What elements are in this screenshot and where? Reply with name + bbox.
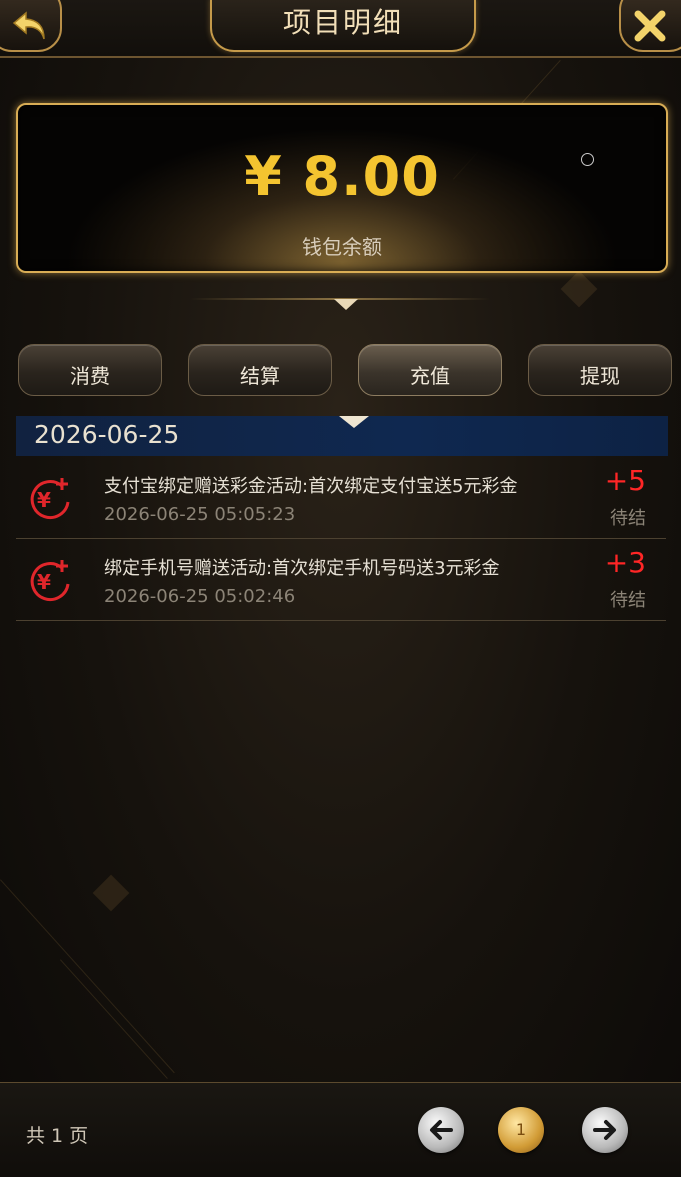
svg-text:¥: ¥ [37, 570, 51, 594]
yen-plus-icon: ¥ [30, 560, 70, 602]
arrow-left-icon [430, 1120, 453, 1140]
balance-amount: ¥ 8.00 [244, 145, 440, 208]
tab-label: 结算 [240, 364, 280, 388]
tab-withdraw[interactable]: 提现 [528, 344, 672, 396]
current-page: 1 [515, 1120, 527, 1139]
record-time: 2026-06-25 05:02:46 [104, 586, 296, 607]
background-decoration [60, 959, 168, 1079]
tab-recharge[interactable]: 充值 [358, 344, 502, 396]
page-title: 项目明细 [282, 6, 403, 39]
list-item: ¥ 绑定手机号赠送活动:首次绑定手机号码送3元彩金 2026-06-25 05:… [16, 538, 666, 621]
background-decoration [92, 874, 130, 912]
background-decoration [560, 270, 598, 308]
list-item: ¥ 支付宝绑定赠送彩金活动:首次绑定支付宝送5元彩金 2026-06-25 05… [16, 456, 666, 539]
record-time: 2026-06-25 05:05:23 [104, 504, 296, 525]
arrow-right-icon [593, 1120, 616, 1140]
svg-text:¥: ¥ [37, 488, 51, 512]
back-arrow-icon [12, 11, 45, 40]
close-icon [634, 10, 666, 42]
yen-plus-icon: ¥ [30, 478, 70, 520]
tab-consumption[interactable]: 消费 [18, 344, 162, 396]
balance-label: 钱包余额 [302, 235, 382, 259]
back-button[interactable] [0, 0, 62, 52]
record-status: 待结 [610, 508, 646, 529]
background-decoration [0, 879, 175, 1074]
page-total: 共 1 页 [26, 1125, 89, 1147]
wallet-balance-card: ¥ 8.00 钱包余额 [16, 103, 668, 273]
tab-settlement[interactable]: 结算 [188, 344, 332, 396]
pagination-bar: 共 1 页 1 [0, 1082, 681, 1177]
header-bar: 项目明细 [0, 0, 681, 58]
record-amount: +3 [604, 546, 646, 579]
tab-label: 提现 [580, 364, 620, 388]
circle-icon [581, 153, 594, 166]
tab-label: 充值 [410, 364, 450, 388]
next-page-button[interactable] [582, 1107, 628, 1153]
date-group-label: 2026-06-25 [34, 420, 180, 449]
record-title: 支付宝绑定赠送彩金活动:首次绑定支付宝送5元彩金 [104, 476, 518, 497]
page-number-button[interactable]: 1 [498, 1107, 544, 1153]
record-title: 绑定手机号赠送活动:首次绑定手机号码送3元彩金 [104, 558, 500, 579]
page-title-plate: 项目明细 [210, 0, 476, 52]
close-button[interactable] [619, 0, 681, 52]
caret-down-icon [339, 416, 369, 428]
caret-down-icon [334, 299, 358, 310]
tab-label: 消费 [70, 364, 110, 388]
record-amount: +5 [604, 464, 646, 497]
prev-page-button[interactable] [418, 1107, 464, 1153]
record-status: 待结 [610, 590, 646, 611]
